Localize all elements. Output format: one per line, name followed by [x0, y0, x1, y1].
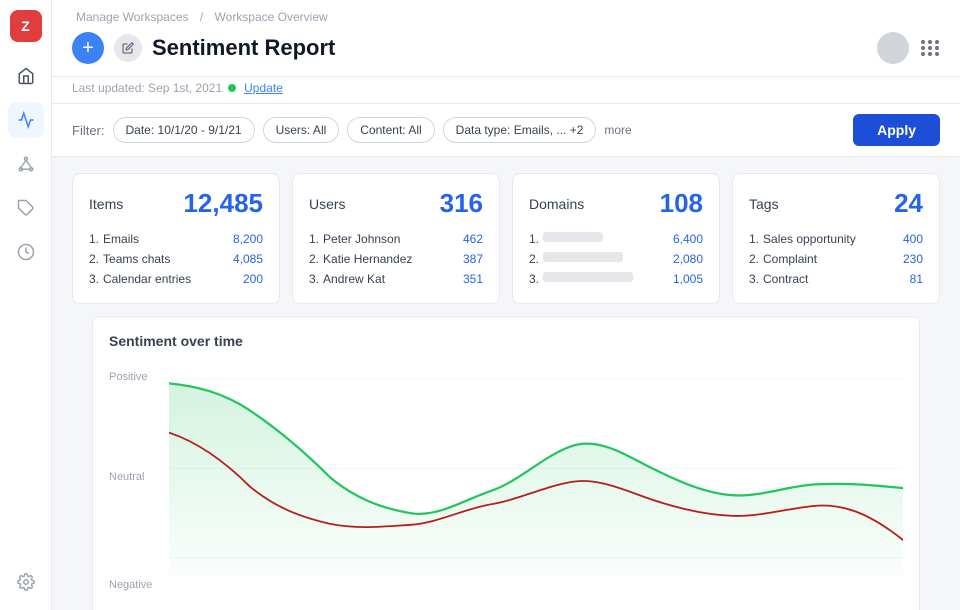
stats-area: Items 12,485 1.Emails8,200 2.Teams chats… [52, 157, 960, 610]
list-item: 2.Complaint230 [749, 249, 923, 269]
list-item: 2.2,080 [529, 249, 703, 269]
filter-label: Filter: [72, 123, 105, 138]
stat-tags-title: Tags [749, 196, 779, 212]
main-content: Manage Workspaces / Workspace Overview +… [52, 0, 960, 610]
stat-items-value: 12,485 [183, 188, 263, 219]
stat-card-users: Users 316 1.Peter Johnson462 2.Katie Her… [292, 173, 500, 304]
list-item: 3.Andrew Kat351 [309, 269, 483, 289]
sidebar-item-settings[interactable] [8, 564, 44, 600]
list-item: 1.Sales opportunity400 [749, 229, 923, 249]
stats-grid: Items 12,485 1.Emails8,200 2.Teams chats… [72, 173, 940, 304]
stat-users-value: 316 [440, 188, 483, 219]
header-right [877, 32, 940, 64]
stat-users-list: 1.Peter Johnson462 2.Katie Hernandez387 … [309, 229, 483, 289]
filter-content[interactable]: Content: All [347, 117, 434, 143]
stat-card-users-header: Users 316 [309, 188, 483, 219]
filter-bar: Filter: Date: 10/1/20 - 9/1/21 Users: Al… [52, 104, 960, 157]
stat-domains-list: 1.6,400 2.2,080 3.1,005 [529, 229, 703, 289]
breadcrumb: Manage Workspaces / Workspace Overview [72, 10, 940, 24]
y-label-negative: Negative [109, 579, 152, 591]
stat-domains-value: 108 [660, 188, 703, 219]
filter-datatype[interactable]: Data type: Emails, ... +2 [443, 117, 597, 143]
avatar [877, 32, 909, 64]
update-link[interactable]: Update [244, 81, 283, 95]
online-indicator [228, 84, 236, 92]
sidebar-item-home[interactable] [8, 58, 44, 94]
stat-items-title: Items [89, 196, 123, 212]
list-item: 1.Peter Johnson462 [309, 229, 483, 249]
stat-card-domains-header: Domains 108 [529, 188, 703, 219]
list-item: 3.Contract81 [749, 269, 923, 289]
chart-title: Sentiment over time [109, 333, 903, 349]
stat-card-domains: Domains 108 1.6,400 2.2,080 3.1,005 [512, 173, 720, 304]
list-item: 2.Teams chats4,085 [89, 249, 263, 269]
more-filters-link[interactable]: more [604, 123, 631, 137]
chart-container: Positive Neutral Negative [109, 361, 903, 610]
stat-domains-title: Domains [529, 196, 584, 212]
chart-card: Sentiment over time Positive Neutral Neg… [92, 316, 920, 610]
add-button[interactable]: + [72, 32, 104, 64]
list-item: 3.1,005 [529, 269, 703, 289]
stat-card-items-header: Items 12,485 [89, 188, 263, 219]
filter-date[interactable]: Date: 10/1/20 - 9/1/21 [113, 117, 255, 143]
sidebar-item-network[interactable] [8, 146, 44, 182]
sidebar-item-chart[interactable] [8, 102, 44, 138]
topbar: Manage Workspaces / Workspace Overview +… [52, 0, 960, 77]
edit-button[interactable] [114, 34, 142, 62]
stat-users-title: Users [309, 196, 346, 212]
apply-button[interactable]: Apply [853, 114, 940, 146]
y-label-positive: Positive [109, 371, 148, 383]
list-item: 1.6,400 [529, 229, 703, 249]
status-bar: Last updated: Sep 1st, 2021 Update [52, 77, 960, 104]
stat-card-items: Items 12,485 1.Emails8,200 2.Teams chats… [72, 173, 280, 304]
list-item: 2.Katie Hernandez387 [309, 249, 483, 269]
stat-tags-list: 1.Sales opportunity400 2.Complaint230 3.… [749, 229, 923, 289]
page-title: Sentiment Report [152, 35, 335, 61]
sidebar-item-tags[interactable] [8, 190, 44, 226]
y-label-neutral: Neutral [109, 471, 144, 483]
stat-card-tags-header: Tags 24 [749, 188, 923, 219]
list-item: 3.Calendar entries200 [89, 269, 263, 289]
last-updated-text: Last updated: Sep 1st, 2021 [72, 81, 222, 95]
app-menu[interactable] [921, 40, 940, 56]
sidebar: Z [0, 0, 52, 610]
sidebar-item-history[interactable] [8, 234, 44, 270]
stat-tags-value: 24 [894, 188, 923, 219]
stat-card-tags: Tags 24 1.Sales opportunity400 2.Complai… [732, 173, 940, 304]
filter-users[interactable]: Users: All [263, 117, 340, 143]
page-title-group: + Sentiment Report [72, 32, 335, 64]
sentiment-chart-svg [169, 361, 903, 576]
list-item: 1.Emails8,200 [89, 229, 263, 249]
app-logo: Z [10, 10, 42, 42]
stat-items-list: 1.Emails8,200 2.Teams chats4,085 3.Calen… [89, 229, 263, 289]
page-header: + Sentiment Report [72, 32, 940, 64]
